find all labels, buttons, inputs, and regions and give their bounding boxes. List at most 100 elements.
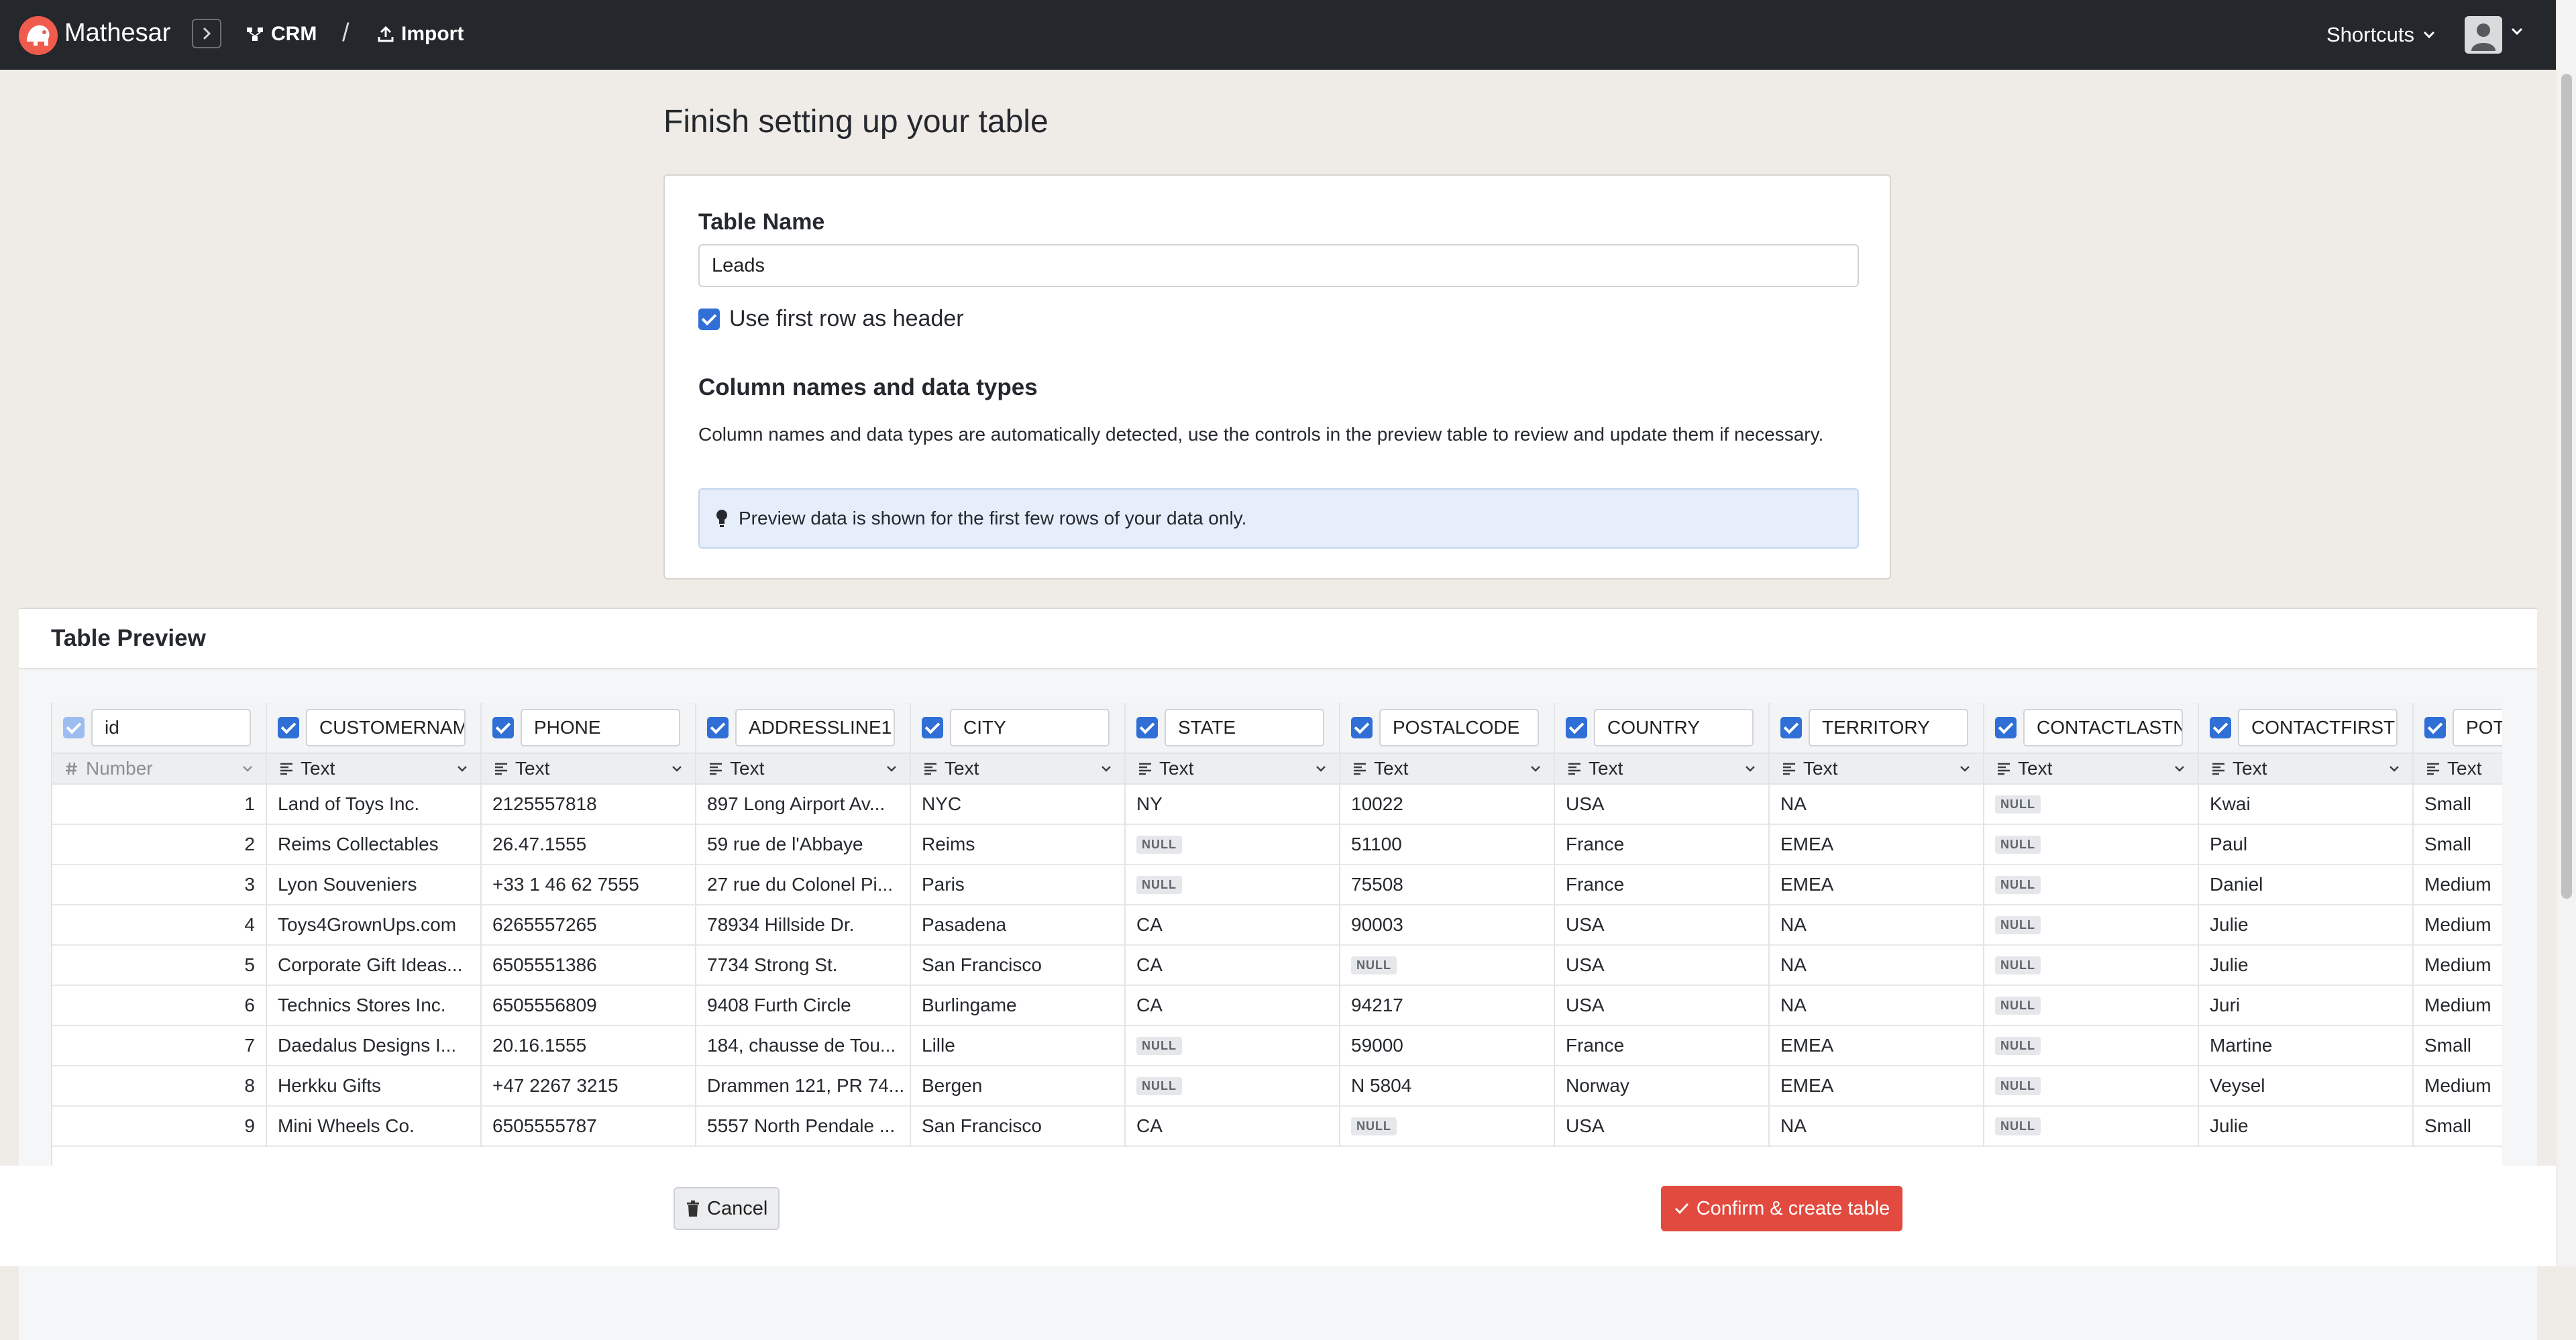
column-type-select[interactable]: Text [696,754,910,785]
page-scrollbar-thumb[interactable] [2561,74,2572,899]
table-cell: NULL [1984,1026,2198,1066]
chevron-down-icon [2423,31,2435,39]
use-header-checkbox[interactable] [698,308,720,330]
table-cell: Herkku Gifts [267,1066,480,1107]
table-cell: 5 [52,946,266,986]
column-type-label: Text [945,758,979,779]
breadcrumb-import[interactable]: Import [377,23,464,46]
column-type-select[interactable]: Text [911,754,1124,785]
null-badge: NULL [1136,835,1182,854]
column-type-select[interactable]: Text [1340,754,1554,785]
column-name-input[interactable]: CONTACTLASTNAME [2023,709,2183,746]
table-cell: 1 [52,785,266,825]
mathesar-logo-icon[interactable] [17,15,59,56]
column-include-checkbox[interactable] [63,717,85,738]
table-cell: 94217 [1340,986,1554,1026]
column-name-input[interactable]: id [91,709,251,746]
table-cell: 4 [52,905,266,946]
table-cell: Daedalus Designs I... [267,1026,480,1066]
preview-info-banner: Preview data is shown for the first few … [698,488,1859,549]
column-include-checkbox[interactable] [492,717,514,738]
column-name-input[interactable]: TERRITORY [1809,709,1968,746]
table-cell: NA [1770,785,1983,825]
column-type-select[interactable]: Text [1555,754,1768,785]
column-include-checkbox[interactable] [1995,717,2017,738]
table-cell: CA [1126,986,1339,1026]
column-type-select[interactable]: Text [2414,754,2502,785]
table-cell: Technics Stores Inc. [267,986,480,1026]
column-type-select[interactable]: Text [2199,754,2412,785]
trash-icon [687,1201,699,1217]
shortcuts-menu[interactable]: Shortcuts [2326,23,2436,47]
breadcrumb-schema[interactable]: CRM [246,23,317,46]
null-badge: NULL [1351,1117,1397,1135]
table-cell: USA [1555,1107,1768,1147]
column-name-input[interactable]: CONTACTFIRSTNAME [2238,709,2398,746]
column-include-checkbox[interactable] [1566,717,1587,738]
column-type-select[interactable]: Text [1126,754,1339,785]
column-name-input[interactable]: ADDRESSLINE1 [735,709,895,746]
column-name-input[interactable]: POTENTIAL [2453,709,2502,746]
column-include-checkbox[interactable] [278,717,299,738]
table-cell: 59000 [1340,1026,1554,1066]
column-name-input[interactable]: STATE [1165,709,1324,746]
column-name-input[interactable]: CITY [950,709,1110,746]
text-lines-icon [924,763,936,775]
null-badge: NULL [1995,956,2041,974]
table-cell: NULL [1340,1107,1554,1147]
table-cell: 9408 Furth Circle [696,986,910,1026]
column-name-input[interactable]: PHONE [521,709,680,746]
table-cell: 8 [52,1066,266,1107]
table-cell: France [1555,1026,1768,1066]
sidebar-toggle-button[interactable] [192,19,221,48]
column-name-input[interactable]: COUNTRY [1594,709,1754,746]
column-type-select[interactable]: Number [52,754,266,785]
confirm-create-table-button[interactable]: Confirm & create table [1661,1186,1902,1231]
column-include-checkbox[interactable] [707,717,729,738]
column-include-checkbox[interactable] [1351,717,1373,738]
use-header-row[interactable]: Use first row as header [698,306,964,332]
table-cell: USA [1555,905,1768,946]
column-header: CUSTOMERNAME [267,703,480,754]
table-cell: Paris [911,865,1124,905]
table-cell: NULL [1984,905,2198,946]
column-name-input[interactable]: POSTALCODE [1379,709,1539,746]
column-type-select[interactable]: Text [482,754,695,785]
table-cell: EMEA [1770,865,1983,905]
user-avatar-button[interactable] [2465,16,2502,54]
chevron-right-icon [203,27,211,40]
table-cell: Small [2414,1107,2502,1147]
app-name[interactable]: Mathesar [64,19,170,48]
column-type-select[interactable]: Text [1984,754,2198,785]
table-cell: NULL [1984,946,2198,986]
table-cell: Mini Wheels Co. [267,1107,480,1147]
column-name-input[interactable]: CUSTOMERNAME [306,709,466,746]
null-badge: NULL [1995,835,2041,854]
column-include-checkbox[interactable] [922,717,943,738]
null-badge: NULL [1995,795,2041,814]
table-cell: 6505556809 [482,986,695,1026]
column-include-checkbox[interactable] [1780,717,1802,738]
column-include-checkbox[interactable] [2424,717,2446,738]
preview-column: CONTACTLASTNAME Text NULL NULL NULL NULL NULL N… [1984,703,2199,1147]
table-cell: CA [1126,946,1339,986]
table-cell: 897 Long Airport Av... [696,785,910,825]
column-type-label: Text [1803,758,1838,779]
column-type-select[interactable]: Text [1770,754,1983,785]
cancel-button[interactable]: Cancel [674,1187,780,1230]
column-type-select[interactable]: Text [267,754,480,785]
table-cell: NA [1770,946,1983,986]
table-cell: Daniel [2199,865,2412,905]
table-cell: Burlingame [911,986,1124,1026]
table-cell: Martine [2199,1026,2412,1066]
table-name-input[interactable] [698,244,1859,287]
null-badge: NULL [1136,875,1182,894]
preview-table[interactable]: id Number 1 2 3 4 5 6 7 8 9 CUSTOMERNAME Text Land of… [51,703,2502,1239]
table-cell: 27 rue du Colonel Pi... [696,865,910,905]
table-cell: 6265557265 [482,905,695,946]
chevron-down-icon[interactable] [2510,27,2524,36]
preview-column: ADDRESSLINE1 Text 897 Long Airport Av... 59… [696,703,911,1147]
column-include-checkbox[interactable] [1136,717,1158,738]
table-cell: USA [1555,785,1768,825]
column-include-checkbox[interactable] [2210,717,2231,738]
